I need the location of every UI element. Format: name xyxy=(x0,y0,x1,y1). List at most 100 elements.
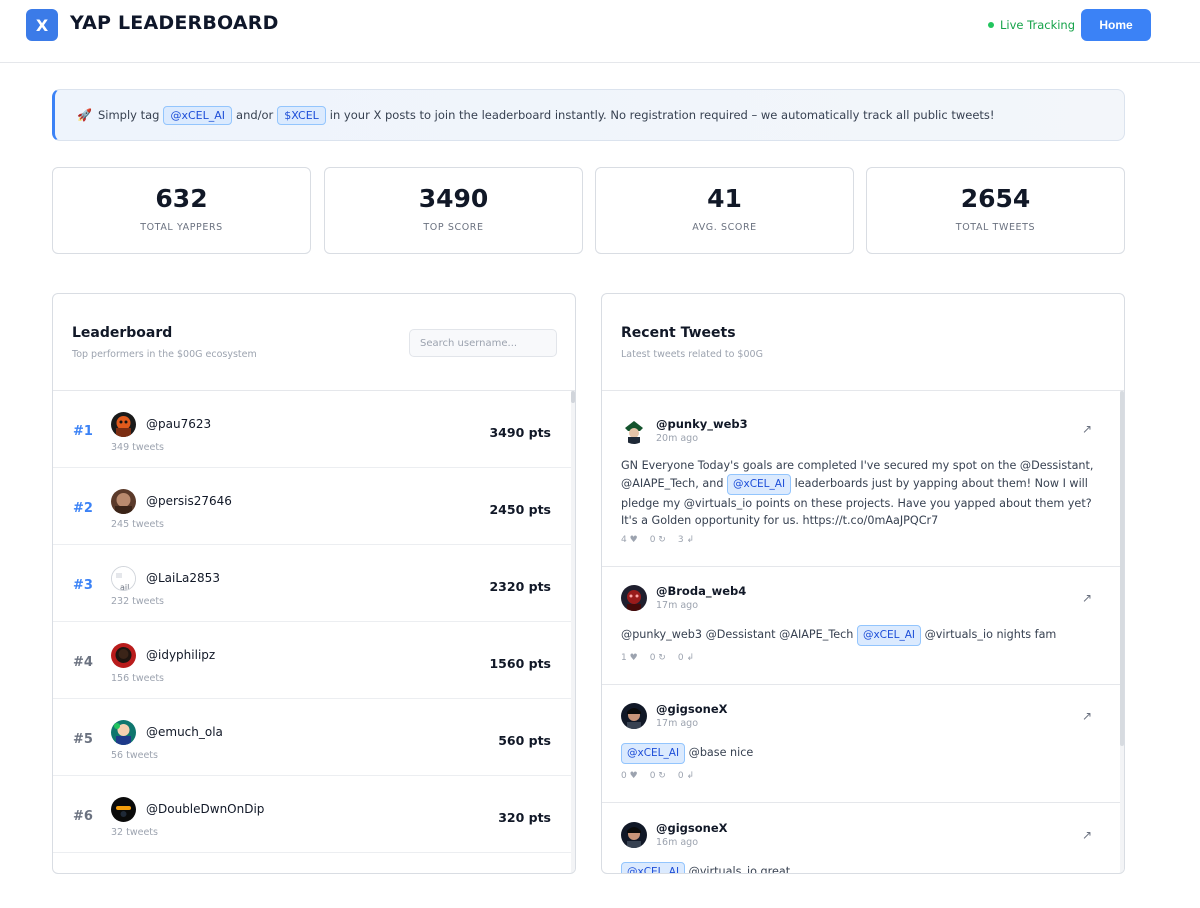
rank-label: #6 xyxy=(73,809,93,824)
leaderboard-list[interactable]: #1 @pau7623 349 tweets 3490 pts #2 @pers… xyxy=(53,391,575,873)
tweet-text: @punky_web3 @Dessistant @AIAPE_Tech @xCE… xyxy=(621,625,1101,646)
points: 320 pts xyxy=(498,810,551,825)
tweet-card[interactable]: @gigsoneX 17m ago ↗ @xCEL_AI @base nice … xyxy=(602,685,1120,803)
avatar: ail xyxy=(111,566,136,591)
leaderboard-row[interactable]: #6 @DoubleDwnOnDip 32 tweets 320 pts xyxy=(53,776,571,853)
tweet-text-part: @virtuals_io nights fam xyxy=(924,628,1057,641)
logo-icon[interactable]: X xyxy=(26,9,58,41)
recent-tweets-header: Recent Tweets Latest tweets related to $… xyxy=(602,294,1124,391)
stat-value: 3490 xyxy=(418,184,489,213)
username[interactable]: @pau7623 xyxy=(146,417,211,431)
replies-stat: 0 ↲ xyxy=(677,771,694,781)
tweet-text-part: @virtuals_io great xyxy=(688,865,791,874)
recent-tweets-panel: Recent Tweets Latest tweets related to $… xyxy=(601,293,1125,874)
open-tweet-icon[interactable]: ↗ xyxy=(1082,828,1092,842)
banner-suffix: in your X posts to join the leaderboard … xyxy=(329,108,995,122)
leaderboard-subtitle: Top performers in the $00G ecosystem xyxy=(72,349,257,360)
tweet-card[interactable]: @gigsoneX 16m ago ↗ @xCEL_AI @virtuals_i… xyxy=(602,803,1120,874)
banner-tag-xcel: $XCEL xyxy=(277,105,326,125)
tweet-list[interactable]: @punky_web3 20m ago ↗ GN Everyone Today'… xyxy=(602,391,1124,873)
likes-stat: 1 ♥ xyxy=(621,653,638,663)
tweet-tag-xcel-ai: @xCEL_AI xyxy=(621,743,686,764)
tweet-count: 56 tweets xyxy=(111,750,158,761)
svg-text:ail: ail xyxy=(120,583,129,591)
scrollbar-thumb[interactable] xyxy=(571,391,575,403)
tweet-card[interactable]: @punky_web3 20m ago ↗ GN Everyone Today'… xyxy=(602,391,1120,567)
leaderboard-row[interactable]: #4 @idyphilipz 156 tweets 1560 pts xyxy=(53,622,571,699)
avatar xyxy=(621,585,647,611)
rocket-icon: 🚀 xyxy=(77,108,92,122)
avatar xyxy=(111,643,136,668)
username[interactable]: @persis27646 xyxy=(146,494,232,508)
rank-label: #3 xyxy=(73,578,93,593)
banner-tag-xcel-ai: @xCEL_AI xyxy=(163,105,233,125)
tweet-time: 17m ago xyxy=(656,600,699,611)
tweet-stats: 4 ♥ 0 ↻ 3 ↲ xyxy=(621,535,694,545)
points: 2320 pts xyxy=(489,579,551,594)
tweet-tag-xcel-ai: @xCEL_AI xyxy=(621,862,686,873)
points: 3490 pts xyxy=(489,425,551,440)
leaderboard-row[interactable]: #5 @emuch_ola 56 tweets 560 pts xyxy=(53,699,571,776)
tweet-count: 232 tweets xyxy=(111,596,165,607)
retweets-stat: 0 ↻ xyxy=(649,771,666,781)
stat-value: 632 xyxy=(155,184,208,213)
points: 560 pts xyxy=(498,733,551,748)
leaderboard-row[interactable]: #2 @persis27646 245 tweets 2450 pts xyxy=(53,468,571,545)
reply-icon: ↲ xyxy=(686,535,694,545)
open-tweet-icon[interactable]: ↗ xyxy=(1082,709,1092,723)
top-navbar: X YAP LEADERBOARD Live Tracking Home xyxy=(0,0,1200,63)
username[interactable]: @emuch_ola xyxy=(146,725,223,739)
heart-icon: ♥ xyxy=(629,771,638,781)
banner-mid: and/or xyxy=(236,108,274,122)
live-tracking-status: Live Tracking xyxy=(988,18,1075,32)
tweet-text: @xCEL_AI @base nice xyxy=(621,743,1101,764)
points: 1560 pts xyxy=(489,656,551,671)
retweet-icon: ↻ xyxy=(658,771,666,781)
likes-stat: 0 ♥ xyxy=(621,771,638,781)
stat-value: 41 xyxy=(707,184,742,213)
stat-value: 2654 xyxy=(960,184,1031,213)
rank-label: #2 xyxy=(73,501,93,516)
reply-icon: ↲ xyxy=(686,653,694,663)
scrollbar-thumb[interactable] xyxy=(1120,391,1124,746)
retweet-icon: ↻ xyxy=(658,653,666,663)
search-input[interactable] xyxy=(409,329,557,357)
open-tweet-icon[interactable]: ↗ xyxy=(1082,422,1092,436)
tweet-count: 349 tweets xyxy=(111,442,165,453)
likes-stat: 4 ♥ xyxy=(621,535,638,545)
leaderboard-row[interactable]: #1 @pau7623 349 tweets 3490 pts xyxy=(53,391,571,468)
avatar xyxy=(111,489,136,514)
tweet-stats: 0 ♥ 0 ↻ 0 ↲ xyxy=(621,771,694,781)
leaderboard-scrollbar[interactable] xyxy=(571,391,575,873)
avatar xyxy=(621,703,647,729)
stat-label: TOTAL TWEETS xyxy=(955,222,1036,233)
rank-label: #5 xyxy=(73,732,93,747)
tweet-username[interactable]: @gigsoneX xyxy=(656,702,728,716)
replies-stat: 3 ↲ xyxy=(677,535,694,545)
retweets-stat: 0 ↻ xyxy=(649,653,666,663)
rank-label: #1 xyxy=(73,424,93,439)
tweet-username[interactable]: @gigsoneX xyxy=(656,821,728,835)
open-tweet-icon[interactable]: ↗ xyxy=(1082,591,1092,605)
reply-icon: ↲ xyxy=(686,771,694,781)
leaderboard-row[interactable]: #3 ail @LaiLa2853 232 tweets 2320 pts xyxy=(53,545,571,622)
home-button[interactable]: Home xyxy=(1081,9,1151,41)
stat-card-avg-score: 41 AVG. SCORE xyxy=(595,167,854,254)
tweet-card[interactable]: @Broda_web4 17m ago ↗ @punky_web3 @Dessi… xyxy=(602,567,1120,685)
tweet-count: 32 tweets xyxy=(111,827,158,838)
username[interactable]: @idyphilipz xyxy=(146,648,215,662)
leaderboard-panel: Leaderboard Top performers in the $00G e… xyxy=(52,293,576,874)
username[interactable]: @LaiLa2853 xyxy=(146,571,220,585)
tweets-scrollbar[interactable] xyxy=(1120,391,1124,873)
tweet-text-part: @base nice xyxy=(688,746,754,759)
tweet-username[interactable]: @punky_web3 xyxy=(656,417,748,431)
stat-card-total-yappers: 632 TOTAL YAPPERS xyxy=(52,167,311,254)
username[interactable]: @DoubleDwnOnDip xyxy=(146,802,264,816)
tweet-username[interactable]: @Broda_web4 xyxy=(656,584,746,598)
tweet-tag-xcel-ai: @xCEL_AI xyxy=(726,474,792,495)
banner-prefix: Simply tag xyxy=(97,108,160,122)
tweet-text: @xCEL_AI @virtuals_io great xyxy=(621,862,1101,874)
avatar xyxy=(111,797,136,822)
live-dot-icon xyxy=(988,22,994,28)
avatar xyxy=(621,822,647,848)
